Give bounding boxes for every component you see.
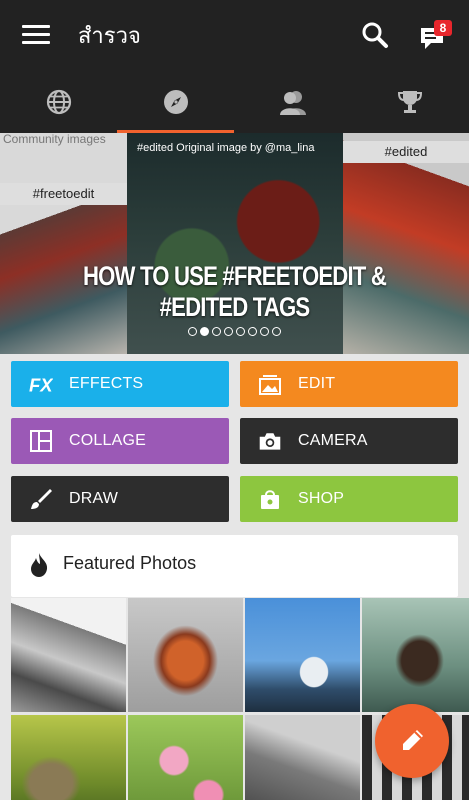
photo-thumbnail[interactable] xyxy=(245,598,360,712)
shop-button[interactable]: SHOP xyxy=(240,476,458,522)
create-fab[interactable] xyxy=(375,704,449,778)
edit-button[interactable]: EDIT xyxy=(240,361,458,407)
notifications-button[interactable]: 8 xyxy=(416,20,452,52)
banner-community-caption: Community images xyxy=(3,133,106,146)
slide-dot[interactable] xyxy=(236,327,245,336)
compass-icon xyxy=(163,89,188,114)
svg-text:FX: FX xyxy=(29,374,53,395)
featured-photos-title: Featured Photos xyxy=(63,553,197,573)
featured-photos-header: Featured Photos xyxy=(11,535,458,597)
camera-label: CAMERA xyxy=(298,432,368,449)
banner-tag-freetoedit: #freetoedit xyxy=(0,183,127,205)
page-title: สำรวจ xyxy=(78,23,141,48)
app-root: สำรวจ 8 Community images #freetoedit #ed… xyxy=(0,0,469,800)
tab-globe[interactable] xyxy=(0,70,117,133)
people-icon xyxy=(279,90,306,115)
banner-headline: HOW TO USE #FREETOEDIT & #EDITED TAGS xyxy=(82,261,387,322)
shop-label: SHOP xyxy=(298,490,345,507)
search-icon[interactable] xyxy=(360,20,390,50)
trophy-icon xyxy=(397,90,422,113)
effects-label: EFFECTS xyxy=(69,375,144,392)
slide-dot[interactable] xyxy=(188,327,197,336)
draw-label: DRAW xyxy=(69,490,119,507)
photo-thumbnail[interactable] xyxy=(128,598,243,712)
tab-bar xyxy=(0,70,469,133)
camera-button[interactable]: CAMERA xyxy=(240,418,458,464)
banner-original-caption: #edited Original image by @ma_lina xyxy=(137,142,315,154)
slide-dot[interactable] xyxy=(260,327,269,336)
tab-people[interactable] xyxy=(234,70,351,133)
collage-button[interactable]: COLLAGE xyxy=(11,418,229,464)
flame-icon xyxy=(31,553,48,577)
slide-dot[interactable] xyxy=(272,327,281,336)
slide-dot[interactable] xyxy=(200,327,209,336)
menu-icon[interactable] xyxy=(22,25,50,45)
top-app-bar: สำรวจ 8 xyxy=(0,0,469,70)
draw-button[interactable]: DRAW xyxy=(11,476,229,522)
photo-thumbnail[interactable] xyxy=(362,598,469,712)
slide-dot[interactable] xyxy=(248,327,257,336)
slide-dot[interactable] xyxy=(212,327,221,336)
slide-dot[interactable] xyxy=(224,327,233,336)
photo-thumbnail[interactable] xyxy=(11,598,126,712)
photo-thumbnail[interactable] xyxy=(245,715,360,800)
effects-button[interactable]: FX EFFECTS xyxy=(11,361,229,407)
tab-contests[interactable] xyxy=(351,70,468,133)
featured-banner[interactable]: Community images #freetoedit #edited Ori… xyxy=(0,133,469,354)
pencil-icon xyxy=(403,730,423,750)
edit-label: EDIT xyxy=(298,375,336,392)
fx-icon: FX xyxy=(29,374,53,395)
collage-icon xyxy=(30,430,52,452)
photo-thumbnail[interactable] xyxy=(128,715,243,800)
globe-icon xyxy=(46,89,71,114)
notification-badge: 8 xyxy=(434,20,452,36)
banner-tag-edited: #edited xyxy=(343,141,469,163)
brush-icon xyxy=(31,489,52,509)
collage-label: COLLAGE xyxy=(69,432,146,449)
photo-thumbnail[interactable] xyxy=(11,715,126,800)
slide-indicator[interactable] xyxy=(0,327,469,336)
camera-icon xyxy=(259,433,281,450)
shopping-bag-icon xyxy=(261,490,279,509)
image-edit-icon xyxy=(259,375,281,395)
tab-explore[interactable] xyxy=(117,70,234,133)
